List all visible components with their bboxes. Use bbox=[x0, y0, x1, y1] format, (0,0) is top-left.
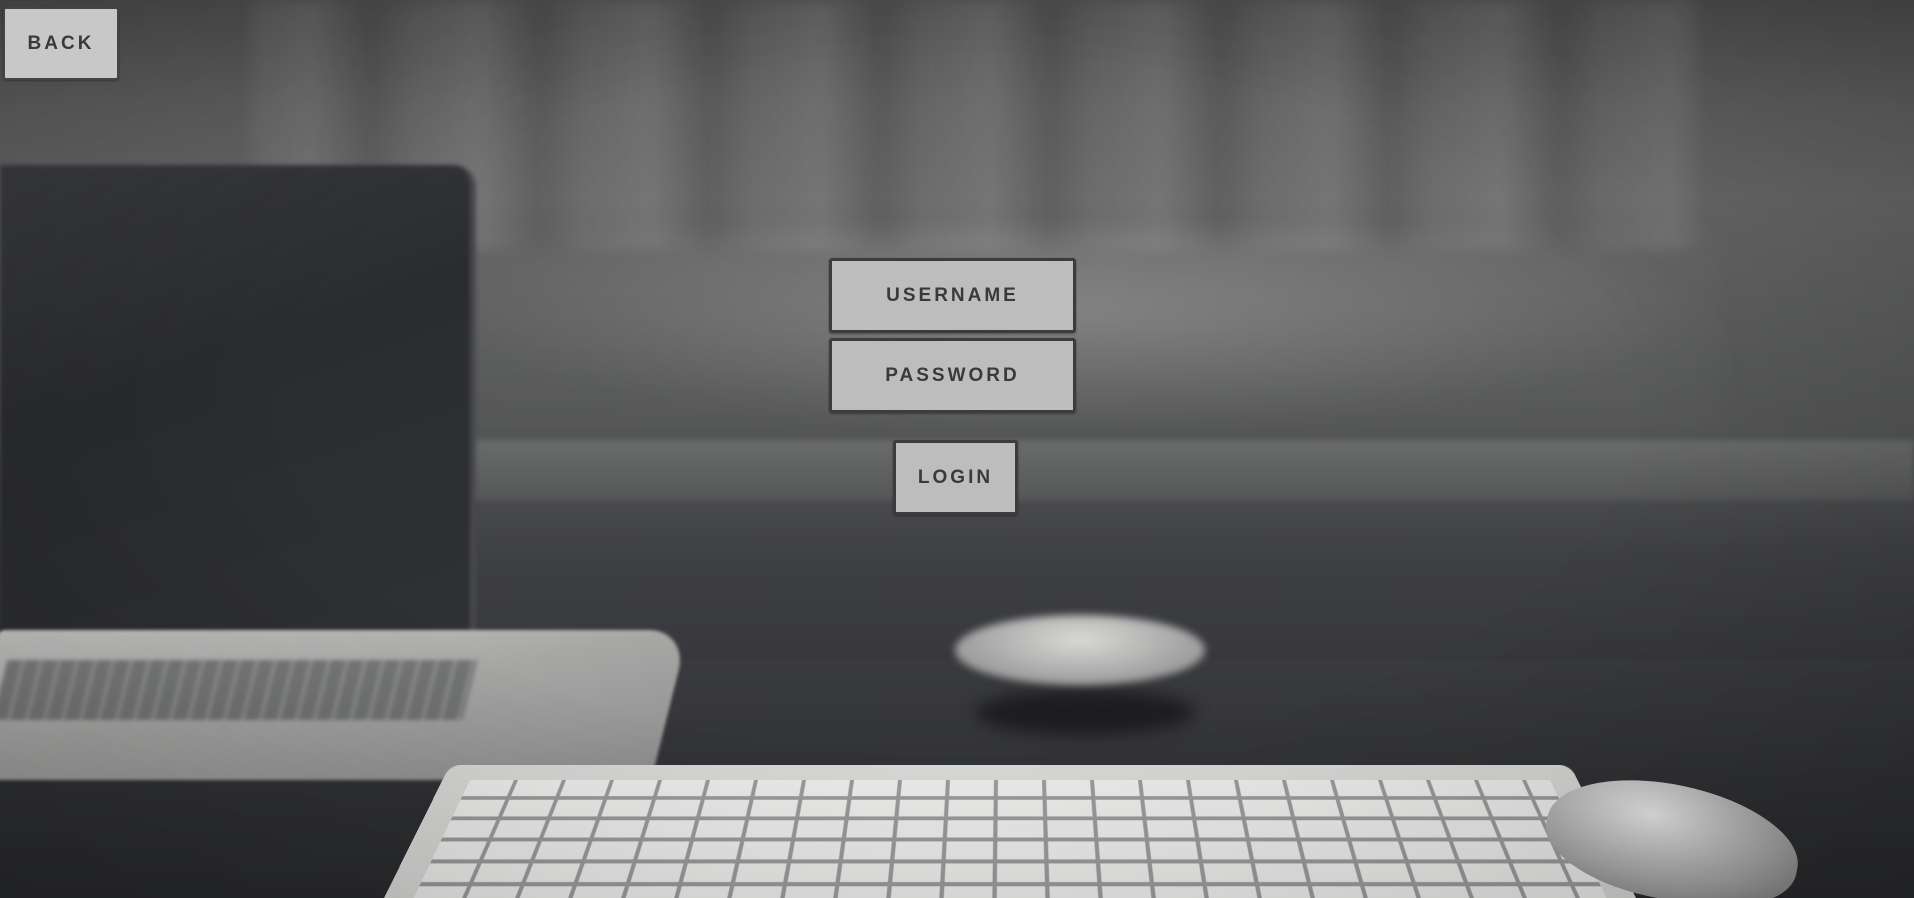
username-label: USERNAME bbox=[886, 284, 1019, 306]
username-field[interactable]: USERNAME bbox=[829, 258, 1076, 333]
login-button-label: LOGIN bbox=[917, 466, 994, 488]
login-button[interactable]: LOGIN bbox=[893, 440, 1018, 515]
back-button[interactable]: BACK bbox=[3, 7, 119, 80]
password-label: PASSWORD bbox=[885, 364, 1020, 386]
back-button-label: BACK bbox=[27, 32, 95, 54]
password-field[interactable]: PASSWORD bbox=[829, 338, 1076, 413]
